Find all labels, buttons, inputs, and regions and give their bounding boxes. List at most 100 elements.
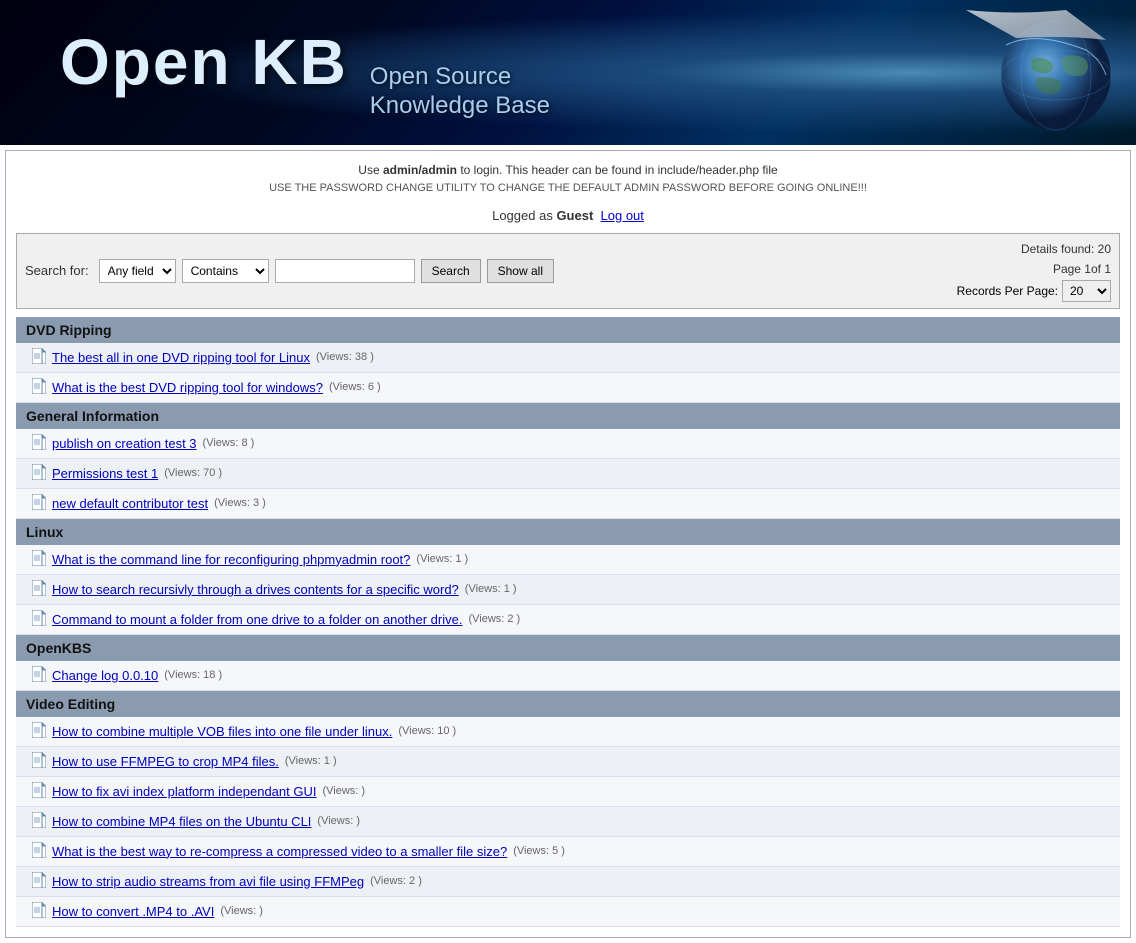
article-views: (Views: ) (322, 785, 365, 797)
article-link[interactable]: How to combine MP4 files on the Ubuntu C… (52, 814, 311, 829)
main-container: Use admin/admin to login. This header ca… (5, 150, 1131, 938)
category-header: DVD Ripping (16, 317, 1120, 343)
article-views: (Views: 2 ) (468, 613, 520, 625)
article-link[interactable]: How to search recursivly through a drive… (52, 582, 459, 597)
article-views: (Views: 8 ) (203, 437, 255, 449)
document-icon (32, 464, 46, 483)
header-globe (936, 10, 1116, 140)
search-bar: Search for: Any field Title Content Cont… (16, 233, 1120, 309)
document-icon (32, 378, 46, 397)
document-icon (32, 434, 46, 453)
search-controls: Search for: Any field Title Content Cont… (25, 259, 554, 283)
search-field-select[interactable]: Any field Title Content (99, 259, 176, 283)
article-row: Permissions test 1 (Views: 70 ) (16, 459, 1120, 489)
article-link[interactable]: How to fix avi index platform independan… (52, 784, 316, 799)
article-link[interactable]: How to combine multiple VOB files into o… (52, 724, 392, 739)
notice-credentials: admin/admin (383, 163, 457, 177)
article-row: What is the best way to re-compress a co… (16, 837, 1120, 867)
document-icon (32, 902, 46, 921)
notice-warning: USE THE PASSWORD CHANGE UTILITY TO CHANG… (16, 180, 1120, 198)
notice-suffix: to login. This header can be found in in… (457, 163, 778, 177)
article-row: How to convert .MP4 to .AVI (Views: ) (16, 897, 1120, 927)
article-row: How to combine multiple VOB files into o… (16, 717, 1120, 747)
search-label: Search for: (25, 263, 89, 278)
category-header: Linux (16, 519, 1120, 545)
article-row: How to use FFMPEG to crop MP4 files. (Vie… (16, 747, 1120, 777)
article-views: (Views: ) (317, 815, 360, 827)
article-views: (Views: 38 ) (316, 351, 374, 363)
document-icon (32, 782, 46, 801)
article-row: The best all in one DVD ripping tool for… (16, 343, 1120, 373)
article-row: What is the best DVD ripping tool for wi… (16, 373, 1120, 403)
article-row: How to fix avi index platform independan… (16, 777, 1120, 807)
article-link[interactable]: Permissions test 1 (52, 466, 158, 481)
article-views: (Views: 1 ) (465, 583, 517, 595)
category-header: OpenKBS (16, 635, 1120, 661)
article-views: (Views: 2 ) (370, 875, 422, 887)
article-link[interactable]: What is the best way to re-compress a co… (52, 844, 507, 859)
article-link[interactable]: How to strip audio streams from avi file… (52, 874, 364, 889)
article-views: (Views: 5 ) (513, 845, 565, 857)
article-views: (Views: 1 ) (285, 755, 337, 767)
login-bar: Logged as Guest Log out (16, 208, 1120, 223)
article-link[interactable]: new default contributor test (52, 496, 208, 511)
document-icon (32, 550, 46, 569)
header-title: Open KB Open Source Knowledge Base (0, 25, 550, 121)
document-icon (32, 610, 46, 629)
document-icon (32, 812, 46, 831)
search-meta: Details found: 20 Page 1of 1 Records Per… (957, 240, 1111, 302)
document-icon (32, 580, 46, 599)
page-info: Page 1of 1 (1053, 260, 1111, 278)
article-row: new default contributor test (Views: 3 ) (16, 489, 1120, 519)
document-icon (32, 722, 46, 741)
header-banner: Open KB Open Source Knowledge Base (0, 0, 1136, 145)
article-row: Command to mount a folder from one drive… (16, 605, 1120, 635)
document-icon (32, 494, 46, 513)
subtitle-line1: Open Source (370, 63, 550, 92)
article-link[interactable]: How to use FFMPEG to crop MP4 files. (52, 754, 279, 769)
article-link[interactable]: How to convert .MP4 to .AVI (52, 904, 214, 919)
search-button[interactable]: Search (421, 259, 481, 283)
logged-as-label: Logged as (492, 208, 556, 223)
article-views: (Views: ) (220, 905, 263, 917)
article-link[interactable]: Change log 0.0.10 (52, 668, 158, 683)
records-per-page-select[interactable]: 20 50 100 (1062, 280, 1111, 302)
article-views: (Views: 1 ) (416, 553, 468, 565)
records-per-page: Records Per Page: 20 50 100 (957, 280, 1111, 302)
logout-link[interactable]: Log out (601, 208, 644, 223)
search-condition-select[interactable]: Contains Starts with Ends with (182, 259, 269, 283)
category-header: General Information (16, 403, 1120, 429)
article-link[interactable]: publish on creation test 3 (52, 436, 197, 451)
article-link[interactable]: Command to mount a folder from one drive… (52, 612, 462, 627)
article-row: What is the command line for reconfiguri… (16, 545, 1120, 575)
article-link[interactable]: What is the command line for reconfiguri… (52, 552, 410, 567)
article-row: How to strip audio streams from avi file… (16, 867, 1120, 897)
notice-bar: Use admin/admin to login. This header ca… (16, 161, 1120, 198)
subtitle-line2: Knowledge Base (370, 92, 550, 121)
article-views: (Views: 6 ) (329, 381, 381, 393)
articles-list: DVD Ripping The best all in one DVD ripp… (16, 317, 1120, 927)
search-input[interactable] (275, 259, 415, 283)
document-icon (32, 872, 46, 891)
details-found: Details found: 20 (1021, 240, 1111, 258)
show-all-button[interactable]: Show all (487, 259, 554, 283)
notice-prefix: Use (358, 163, 383, 177)
article-views: (Views: 10 ) (398, 725, 456, 737)
article-link[interactable]: What is the best DVD ripping tool for wi… (52, 380, 323, 395)
article-row: Change log 0.0.10 (Views: 18 ) (16, 661, 1120, 691)
current-user: Guest (556, 208, 593, 223)
article-views: (Views: 70 ) (164, 467, 222, 479)
article-row: How to search recursivly through a drive… (16, 575, 1120, 605)
article-row: publish on creation test 3 (Views: 8 ) (16, 429, 1120, 459)
article-row: How to combine MP4 files on the Ubuntu C… (16, 807, 1120, 837)
records-per-page-label: Records Per Page: (957, 284, 1058, 298)
article-views: (Views: 3 ) (214, 497, 266, 509)
document-icon (32, 752, 46, 771)
document-icon (32, 348, 46, 367)
document-icon (32, 666, 46, 685)
article-link[interactable]: The best all in one DVD ripping tool for… (52, 350, 310, 365)
site-name: Open KB (60, 25, 348, 99)
document-icon (32, 842, 46, 861)
article-views: (Views: 18 ) (164, 669, 222, 681)
category-header: Video Editing (16, 691, 1120, 717)
